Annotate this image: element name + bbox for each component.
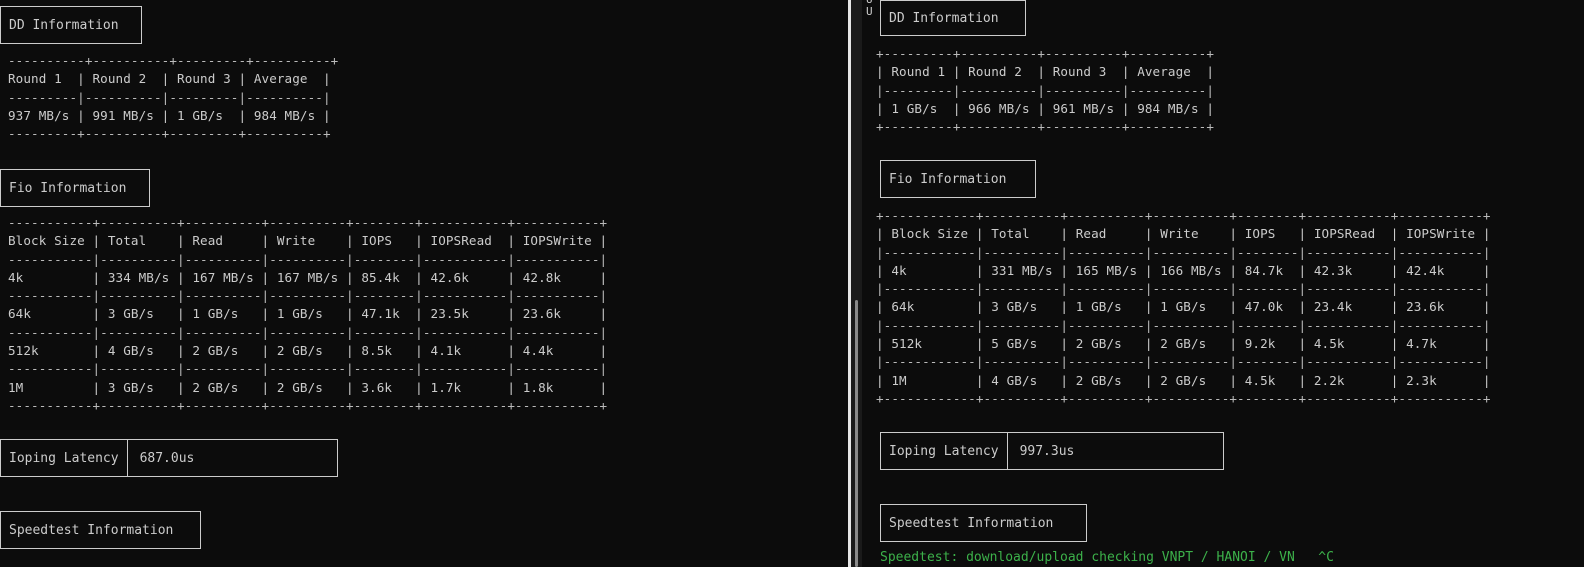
speedtest-information-title: Speedtest Information (880, 504, 1087, 542)
table-row: Block Size | Total | Read | Write | IOPS… (8, 233, 608, 249)
table-row: | Round 1 | Round 2 | Round 3 | Average … (876, 64, 1215, 80)
table-row: 1M | 3 GB/s | 2 GB/s | 2 GB/s | 3.6k | 1… (8, 379, 608, 395)
table-separator: +---------+----------+----------+-------… (876, 46, 1215, 61)
dd-results-table: +---------+----------+----------+-------… (876, 45, 1214, 136)
table-separator: -----------|----------|----------|------… (8, 361, 608, 377)
pane-divider-edge (848, 0, 851, 567)
table-row: 937 MB/s | 991 MB/s | 1 GB/s | 984 MB/s … (8, 107, 331, 123)
ioping-latency-value: 687.0us (139, 450, 195, 466)
table-separator: -----------|----------|----------|------… (8, 324, 608, 340)
ioping-latency-value: 997.3us (1019, 443, 1075, 459)
table-row: | 1M | 4 GB/s | 2 GB/s | 2 GB/s | 4.5k |… (876, 372, 1491, 388)
table-separator: +---------+----------+----------+-------… (876, 119, 1215, 135)
table-row: | 64k | 3 GB/s | 1 GB/s | 1 GB/s | 47.0k… (876, 299, 1491, 315)
dd-information-title: DD Information (880, 0, 1026, 36)
table-separator: |------------|----------|----------|----… (876, 317, 1491, 333)
speedtest-information-label: Speedtest Information (9, 522, 174, 538)
table-row: 512k | 4 GB/s | 2 GB/s | 2 GB/s | 8.5k |… (8, 343, 608, 359)
right-terminal-pane[interactable]: DD Information +---------+----------+---… (862, 0, 1584, 567)
table-separator: -----------+----------+----------+------… (8, 397, 608, 413)
speedtest-information-title: Speedtest Information (0, 511, 201, 549)
table-row: | 4k | 331 MB/s | 165 MB/s | 166 MB/s | … (876, 262, 1491, 278)
table-row: | 512k | 5 GB/s | 2 GB/s | 2 GB/s | 9.2k… (876, 336, 1491, 352)
table-separator: |---------|----------|----------|-------… (876, 82, 1215, 98)
ioping-latency-label: Ioping Latency (881, 433, 1008, 469)
speedtest-information-label: Speedtest Information (889, 515, 1054, 531)
dd-information-label: DD Information (889, 10, 999, 26)
table-separator: +------------+----------+----------+----… (876, 208, 1491, 223)
ioping-latency-box: Ioping Latency 997.3us (880, 432, 1224, 470)
table-row: Round 1 | Round 2 | Round 3 | Average | (8, 71, 331, 87)
table-separator: -----------+----------+----------+------… (8, 215, 608, 230)
pane-divider[interactable] (848, 0, 862, 567)
table-separator: ----------+----------+---------+--------… (8, 53, 339, 68)
table-row: 4k | 334 MB/s | 167 MB/s | 167 MB/s | 85… (8, 269, 608, 285)
table-separator: -----------|----------|----------|------… (8, 288, 608, 304)
dd-information-title: DD Information (0, 6, 142, 44)
table-separator: ---------|----------|---------|---------… (8, 89, 331, 105)
left-terminal-pane[interactable]: DD Information ----------+----------+---… (0, 0, 848, 567)
cursor-artifact: U U (866, 0, 873, 18)
fio-information-label: Fio Information (9, 180, 127, 196)
table-separator: |------------|----------|----------|----… (876, 354, 1491, 370)
fio-information-title: Fio Information (880, 160, 1036, 198)
fio-information-title: Fio Information (0, 169, 150, 207)
ioping-latency-label: Ioping Latency (1, 440, 128, 476)
table-row: | Block Size | Total | Read | Write | IO… (876, 226, 1491, 242)
table-separator: |------------|----------|----------|----… (876, 281, 1491, 297)
table-separator: +------------+----------+----------+----… (876, 390, 1491, 406)
speedtest-status-line: Speedtest: download/upload checking VNPT… (880, 550, 1334, 565)
fio-results-table: +------------+----------+----------+----… (876, 207, 1491, 408)
table-separator: -----------|----------|----------|------… (8, 251, 608, 267)
table-separator: ---------+----------+---------+---------… (8, 126, 331, 142)
ioping-latency-box: Ioping Latency 687.0us (0, 439, 338, 477)
dd-information-label: DD Information (9, 17, 119, 33)
table-row: 64k | 3 GB/s | 1 GB/s | 1 GB/s | 47.1k |… (8, 306, 608, 322)
table-row: | 1 GB/s | 966 MB/s | 961 MB/s | 984 MB/… (876, 100, 1215, 116)
fio-information-label: Fio Information (889, 171, 1007, 187)
dd-results-table: ----------+----------+---------+--------… (8, 52, 338, 143)
fio-results-table: -----------+----------+----------+------… (8, 214, 607, 415)
table-separator: |------------|----------|----------|----… (876, 244, 1491, 260)
scrollbar-thumb[interactable] (855, 300, 858, 567)
